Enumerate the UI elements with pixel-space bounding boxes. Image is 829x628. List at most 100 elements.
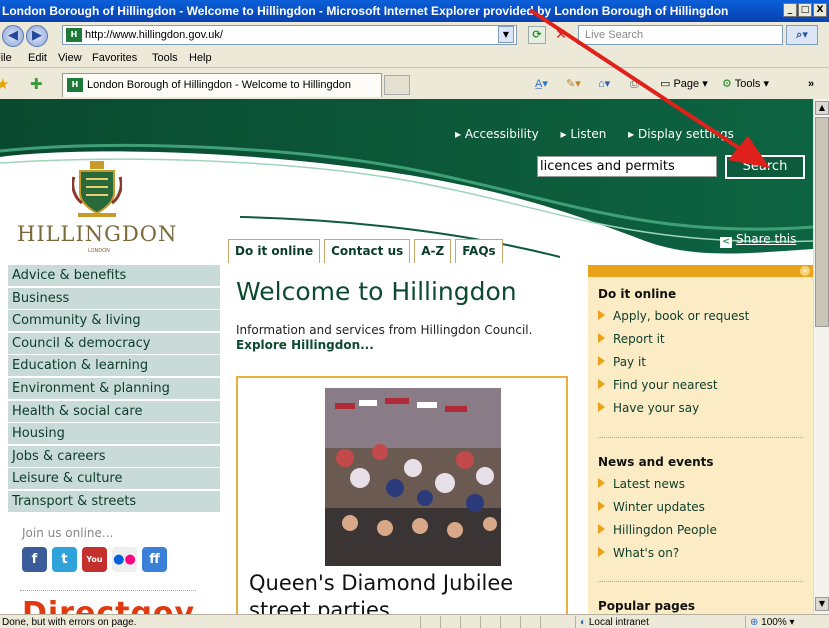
- zone-label: Local intranet: [588, 617, 649, 628]
- flickr-icon[interactable]: ●●: [112, 547, 137, 572]
- link-whats-on[interactable]: What's on?: [598, 546, 679, 560]
- vertical-scrollbar[interactable]: ▲ ▼: [813, 99, 829, 614]
- zoom-level: 100%: [761, 617, 787, 628]
- display-settings-link[interactable]: ▸ Display settings: [628, 127, 743, 141]
- tab-contact-us[interactable]: Contact us: [324, 239, 411, 263]
- link-pay-it[interactable]: Pay it: [598, 355, 646, 369]
- menu-help[interactable]: Help: [189, 48, 212, 68]
- status-cell: [520, 616, 540, 628]
- link-label: Pay it: [613, 355, 647, 369]
- site-search-button[interactable]: Search: [724, 154, 806, 180]
- favorites-star-icon[interactable]: ★: [0, 75, 9, 93]
- menu-tools[interactable]: Tools: [152, 48, 178, 68]
- scroll-up-button[interactable]: ▲: [815, 101, 829, 115]
- globe-icon: ◐: [580, 617, 587, 628]
- security-zone[interactable]: ◐ Local intranet: [575, 616, 725, 628]
- tools-menu-button[interactable]: ⚙ Tools ▾: [722, 76, 769, 92]
- sidebar-item-community-living[interactable]: Community & living: [8, 310, 220, 332]
- link-label: Latest news: [613, 477, 685, 491]
- home-icon[interactable]: ⌂▾: [598, 76, 610, 92]
- link-find-your-nearest[interactable]: Find your nearest: [598, 378, 718, 392]
- directgov-logo[interactable]: Directgov: [22, 596, 195, 614]
- window-title: London Borough of Hillingdon - Welcome t…: [2, 4, 729, 18]
- menu-edit[interactable]: Edit: [28, 48, 47, 68]
- link-have-your-say[interactable]: Have your say: [598, 401, 699, 415]
- tab-command-bar: ★ ✚ H London Borough of Hillingdon - Wel…: [0, 69, 829, 99]
- arrow-bullet-icon: [598, 402, 605, 412]
- feeds-icon[interactable]: A̲▾: [535, 76, 548, 92]
- status-cell: [480, 616, 500, 628]
- listen-link[interactable]: ▸ Listen: [561, 127, 616, 141]
- back-button[interactable]: ◀: [2, 25, 24, 47]
- tab-faqs[interactable]: FAQs: [455, 239, 503, 263]
- sidebar-item-jobs-careers[interactable]: Jobs & careers: [8, 445, 220, 467]
- link-hillingdon-people[interactable]: Hillingdon People: [598, 523, 717, 537]
- live-search-button[interactable]: ⌕▾: [786, 25, 818, 45]
- sidebar-item-health-social-care[interactable]: Health & social care: [8, 400, 220, 422]
- sidebar-item-business[interactable]: Business: [8, 287, 220, 309]
- sidebar-item-council-democracy[interactable]: Council & democracy: [8, 332, 220, 354]
- maximize-button[interactable]: □: [798, 3, 812, 17]
- sidebar-item-leisure-culture[interactable]: Leisure & culture: [8, 468, 220, 490]
- link-label: Find your nearest: [613, 378, 718, 392]
- stop-button[interactable]: ✕: [552, 26, 570, 44]
- join-us-label: Join us online...: [22, 526, 114, 540]
- site-search-input[interactable]: licences and permits: [537, 156, 717, 177]
- listen-link-label: Listen: [570, 127, 607, 141]
- link-apply-book-request[interactable]: Apply, book or request: [598, 309, 749, 323]
- page-menu-button[interactable]: ▭ Page ▾: [660, 76, 708, 92]
- add-favorites-icon[interactable]: ✚: [30, 75, 43, 93]
- close-button[interactable]: X: [813, 3, 827, 17]
- share-this-link[interactable]: < Share this: [720, 232, 796, 248]
- social-icons: f t You ●● ff: [22, 547, 167, 572]
- refresh-button[interactable]: ⟳: [528, 26, 546, 44]
- menu-file[interactable]: File: [0, 48, 12, 68]
- right-panel: » Do it online Apply, book or request Re…: [588, 265, 813, 614]
- status-bar: Done, but with errors on page. ◐ Local i…: [0, 614, 829, 628]
- scroll-thumb[interactable]: [815, 117, 829, 327]
- arrow-bullet-icon: [598, 547, 605, 557]
- edit-icon[interactable]: ✎▾: [566, 76, 581, 92]
- page-title: Welcome to Hillingdon: [236, 277, 517, 306]
- print-icon[interactable]: ⎙▾: [630, 76, 643, 92]
- friendfeed-icon[interactable]: ff: [142, 547, 167, 572]
- explore-hillingdon-link[interactable]: Explore Hillingdon...: [236, 338, 374, 352]
- sidebar-item-transport-streets[interactable]: Transport & streets: [8, 490, 220, 512]
- address-dropdown-button[interactable]: ▼: [498, 26, 514, 43]
- site-logo-text[interactable]: HILLINGDON: [17, 222, 177, 246]
- forward-button[interactable]: ▶: [26, 25, 48, 47]
- link-report-it[interactable]: Report it: [598, 332, 665, 346]
- address-input[interactable]: H http://www.hillingdon.gov.uk/: [62, 25, 517, 45]
- feature-title-line2[interactable]: street parties: [249, 598, 390, 614]
- tab-do-it-online[interactable]: Do it online: [228, 239, 321, 263]
- scroll-down-button[interactable]: ▼: [815, 597, 829, 611]
- accessibility-link[interactable]: ▸ Accessibility: [455, 127, 548, 141]
- top-links: ▸ Accessibility ▸ Listen ▸ Display setti…: [455, 127, 752, 141]
- arrow-bullet-icon: [598, 478, 605, 488]
- live-search-input[interactable]: Live Search: [578, 25, 783, 45]
- sidebar-item-housing[interactable]: Housing: [8, 423, 220, 445]
- link-latest-news[interactable]: Latest news: [598, 477, 685, 491]
- tab-a-z[interactable]: A-Z: [414, 239, 452, 263]
- menu-favorites[interactable]: Favorites: [92, 48, 137, 68]
- new-tab-button[interactable]: [384, 75, 410, 95]
- facebook-icon[interactable]: f: [22, 547, 47, 572]
- twitter-icon[interactable]: t: [52, 547, 77, 572]
- chevron-more-icon[interactable]: »: [808, 76, 814, 92]
- tab-current[interactable]: H London Borough of Hillingdon - Welcome…: [62, 73, 382, 97]
- menu-bar: File Edit View Favorites Tools Help: [0, 48, 829, 68]
- sidebar-item-environment-planning[interactable]: Environment & planning: [8, 377, 220, 399]
- zoom-control[interactable]: ⊕ 100% ▾: [745, 616, 829, 628]
- jubilee-street-party-photo[interactable]: [325, 388, 501, 566]
- sidebar-item-advice-benefits[interactable]: Advice & benefits: [8, 265, 220, 286]
- menu-view[interactable]: View: [58, 48, 82, 68]
- feature-title-line1[interactable]: Queen's Diamond Jubilee: [249, 571, 513, 595]
- link-winter-updates[interactable]: Winter updates: [598, 500, 705, 514]
- hillingdon-crest-logo: [72, 161, 122, 217]
- feature-box[interactable]: Queen's Diamond Jubilee street parties: [236, 376, 568, 614]
- collapse-icon[interactable]: »: [800, 266, 810, 276]
- youtube-icon[interactable]: You: [82, 547, 107, 572]
- minimize-button[interactable]: _: [783, 3, 797, 17]
- status-cell: [440, 616, 460, 628]
- sidebar-item-education-learning[interactable]: Education & learning: [8, 355, 220, 377]
